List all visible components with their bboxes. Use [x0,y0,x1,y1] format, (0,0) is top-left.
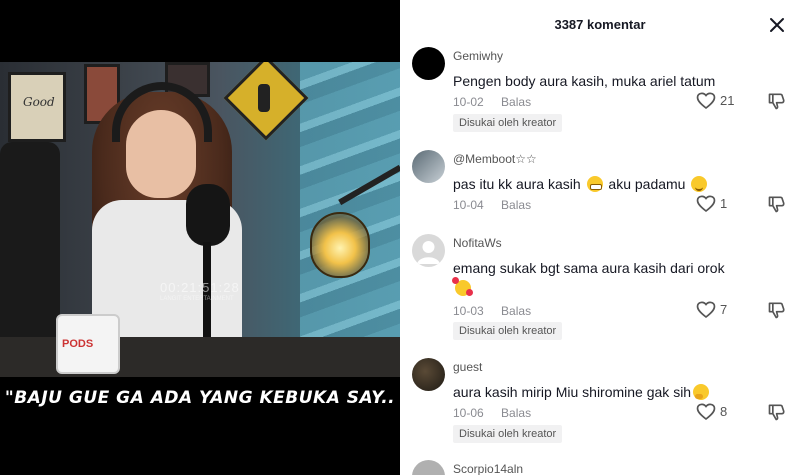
heart-icon [696,92,716,110]
default-avatar-icon [417,241,440,264]
comment-text-part: pas itu kk aura kasih [453,176,581,192]
reply-button[interactable]: Balas [501,198,531,212]
like-count: 1 [720,196,728,211]
comment-text-part: aku padamu [608,176,686,192]
comment-username[interactable]: guest [453,360,482,374]
comments-count-title: 3387 komentar [554,17,646,32]
dislike-button[interactable] [767,300,787,320]
creator-liked-badge: Disukai oleh kreator [453,425,563,443]
avatar[interactable] [412,47,445,80]
thumbs-down-icon [768,404,785,421]
comment-text: pas itu kk aura kasih aku padamu [453,174,753,194]
comment-text: aura kasih mirip Miu shiromine gak sih [453,382,753,402]
video-frame: Good PODS 00:21:51:28 LANGIT ENTERTAINME… [0,62,400,377]
like-button[interactable]: 7 [696,300,756,320]
traffic-light-decor [258,84,270,112]
microphone [186,184,230,246]
dislike-button[interactable] [767,91,787,111]
heart-icon [696,403,716,421]
comment-username[interactable]: Scorpio14aln [453,462,523,475]
thumbs-down-icon [768,302,785,319]
like-button[interactable]: 8 [696,402,756,422]
mug: PODS [56,314,120,374]
reply-button[interactable]: Balas [501,95,531,109]
avatar[interactable] [412,234,445,267]
thinking-face-icon [693,384,710,400]
comment-date: 10-02 [453,95,484,109]
person-face [126,110,196,198]
like-count: 8 [720,404,728,419]
comment-meta: 10-03 Balas [453,304,531,318]
comment-meta: 10-06 Balas [453,406,531,420]
comment-text-part: aura kasih mirip Miu shiromine gak sih [453,384,692,400]
like-button[interactable]: 1 [696,194,756,214]
comment-date: 10-06 [453,406,484,420]
close-button[interactable] [766,14,788,36]
dislike-button[interactable] [767,402,787,422]
like-count: 7 [720,302,728,317]
mug-logo: PODS [62,338,94,350]
dislike-button[interactable] [767,194,787,214]
poster-text: Good [23,95,55,109]
grinning-face-icon [586,176,603,192]
comment-text-part: emang sukak bgt sama aura kasih dari oro… [453,260,725,276]
video-caption: "BAJU GUE GA ADA YANG KEBUKA SAY.. [4,388,396,408]
comments-header: 3387 komentar [400,0,800,50]
heart-icon [696,195,716,213]
comment-date: 10-04 [453,198,484,212]
smiling-face-with-hearts-icon [452,277,473,296]
avatar[interactable] [412,150,445,183]
winking-face-icon [691,176,708,192]
desk-lamp [310,212,370,278]
heart-icon [696,301,716,319]
comment-meta: 10-04 Balas [453,198,531,212]
like-button[interactable]: 21 [696,91,756,111]
chair [0,142,60,362]
comment-date: 10-03 [453,304,484,318]
thumbs-down-icon [768,93,785,110]
reply-button[interactable]: Balas [501,406,531,420]
video-watermark-label: LANGIT ENTERTAINMENT [160,296,234,302]
comment-text: Pengen body aura kasih, muka ariel tatum [453,73,716,89]
creator-liked-badge: Disukai oleh kreator [453,322,563,340]
video-player[interactable]: Good PODS 00:21:51:28 LANGIT ENTERTAINME… [0,0,400,475]
video-watermark-time: 00:21:51:28 [160,280,240,295]
avatar[interactable] [412,358,445,391]
comment-username[interactable]: NofitaWs [453,236,502,250]
comment-username[interactable]: @Memboot☆☆ [453,152,537,166]
avatar[interactable] [412,460,445,475]
comments-panel: 3387 komentar Gemiwhy Pengen body aura k… [400,0,800,475]
comment-meta: 10-02 Balas [453,95,531,109]
creator-liked-badge: Disukai oleh kreator [453,114,563,132]
thumbs-down-icon [768,196,785,213]
like-count: 21 [720,93,735,108]
reply-button[interactable]: Balas [501,304,531,318]
comment-text: emang sukak bgt sama aura kasih dari oro… [452,258,753,298]
comment-username[interactable]: Gemiwhy [453,49,503,63]
close-icon [770,18,784,32]
wall-poster: Good [8,72,66,142]
